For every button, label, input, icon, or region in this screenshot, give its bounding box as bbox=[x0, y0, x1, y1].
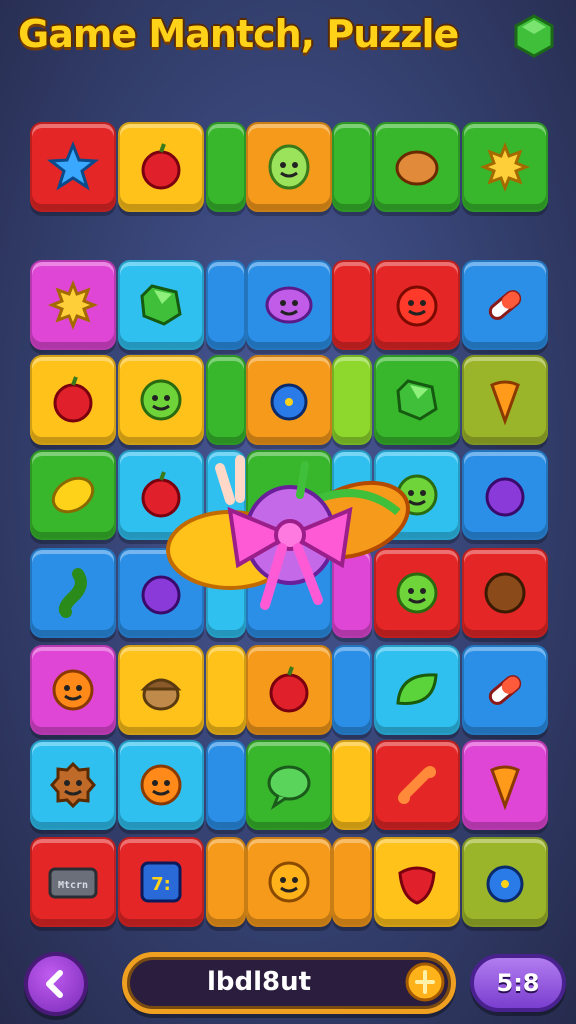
tile-r2-c2[interactable] bbox=[118, 260, 204, 350]
tile-r4-c1[interactable] bbox=[30, 450, 116, 540]
tile-r6-c5[interactable] bbox=[332, 645, 372, 735]
tile-r8-c4[interactable] bbox=[246, 837, 332, 927]
tile-r2-c1[interactable] bbox=[30, 260, 116, 350]
green-gem-icon bbox=[512, 14, 556, 58]
tile-r2-c4[interactable] bbox=[246, 260, 332, 350]
tile-r3-c2[interactable] bbox=[118, 355, 204, 445]
svg-text:Mtcrn: Mtcrn bbox=[58, 880, 88, 891]
tile-r3-c1[interactable] bbox=[30, 355, 116, 445]
tile-r7-c1[interactable] bbox=[30, 740, 116, 830]
tile-r4-c7[interactable] bbox=[462, 450, 548, 540]
tile-r8-c2[interactable]: 7: bbox=[118, 837, 204, 927]
tile-r1-c5[interactable] bbox=[332, 122, 372, 212]
back-button[interactable] bbox=[24, 952, 88, 1016]
tile-r7-c6[interactable] bbox=[374, 740, 460, 830]
tile-r6-c7[interactable] bbox=[462, 645, 548, 735]
tile-r6-c6[interactable] bbox=[374, 645, 460, 735]
tile-r3-c6[interactable] bbox=[374, 355, 460, 445]
tile-r8-c3[interactable] bbox=[206, 837, 246, 927]
tile-r5-c7[interactable] bbox=[462, 548, 548, 638]
tile-r7-c2[interactable] bbox=[118, 740, 204, 830]
tile-r3-c5[interactable] bbox=[332, 355, 372, 445]
tile-r6-c1[interactable] bbox=[30, 645, 116, 735]
bottom-status-bar[interactable]: lbdl8ut bbox=[122, 952, 456, 1014]
tile-r7-c5[interactable] bbox=[332, 740, 372, 830]
game-title: Game Mantch, Puzzle bbox=[18, 12, 459, 56]
tile-r1-c3[interactable] bbox=[206, 122, 246, 212]
tile-r6-c2[interactable] bbox=[118, 645, 204, 735]
tile-r1-c2[interactable] bbox=[118, 122, 204, 212]
tile-r3-c4[interactable] bbox=[246, 355, 332, 445]
tile-r7-c4[interactable] bbox=[246, 740, 332, 830]
tile-r6-c3[interactable] bbox=[206, 645, 246, 735]
tile-r7-c3[interactable] bbox=[206, 740, 246, 830]
tile-r2-c7[interactable] bbox=[462, 260, 548, 350]
coin-icon bbox=[405, 962, 445, 1002]
tile-r7-c7[interactable] bbox=[462, 740, 548, 830]
score-display[interactable]: 5:8 bbox=[470, 954, 566, 1012]
tile-r1-c6[interactable] bbox=[374, 122, 460, 212]
bottom-bar-label: lbdl8ut bbox=[206, 967, 312, 997]
chevron-left-icon bbox=[46, 970, 63, 998]
tile-r3-c3[interactable] bbox=[206, 355, 246, 445]
tile-r1-c4[interactable] bbox=[246, 122, 332, 212]
tile-r1-c1[interactable] bbox=[30, 122, 116, 212]
tile-r1-c7[interactable] bbox=[462, 122, 548, 212]
tile-r8-c1[interactable]: Mtcrn bbox=[30, 837, 116, 927]
tile-r6-c4[interactable] bbox=[246, 645, 332, 735]
tile-r8-c7[interactable] bbox=[462, 837, 548, 927]
svg-text:7:: 7: bbox=[151, 874, 171, 895]
tile-r3-c7[interactable] bbox=[462, 355, 548, 445]
tile-r2-c6[interactable] bbox=[374, 260, 460, 350]
tile-r2-c3[interactable] bbox=[206, 260, 246, 350]
bow-candy-icon[interactable] bbox=[160, 440, 420, 630]
tile-r8-c6[interactable] bbox=[374, 837, 460, 927]
tile-r5-c1[interactable] bbox=[30, 548, 116, 638]
tile-r2-c5[interactable] bbox=[332, 260, 372, 350]
tile-r8-c5[interactable] bbox=[332, 837, 372, 927]
